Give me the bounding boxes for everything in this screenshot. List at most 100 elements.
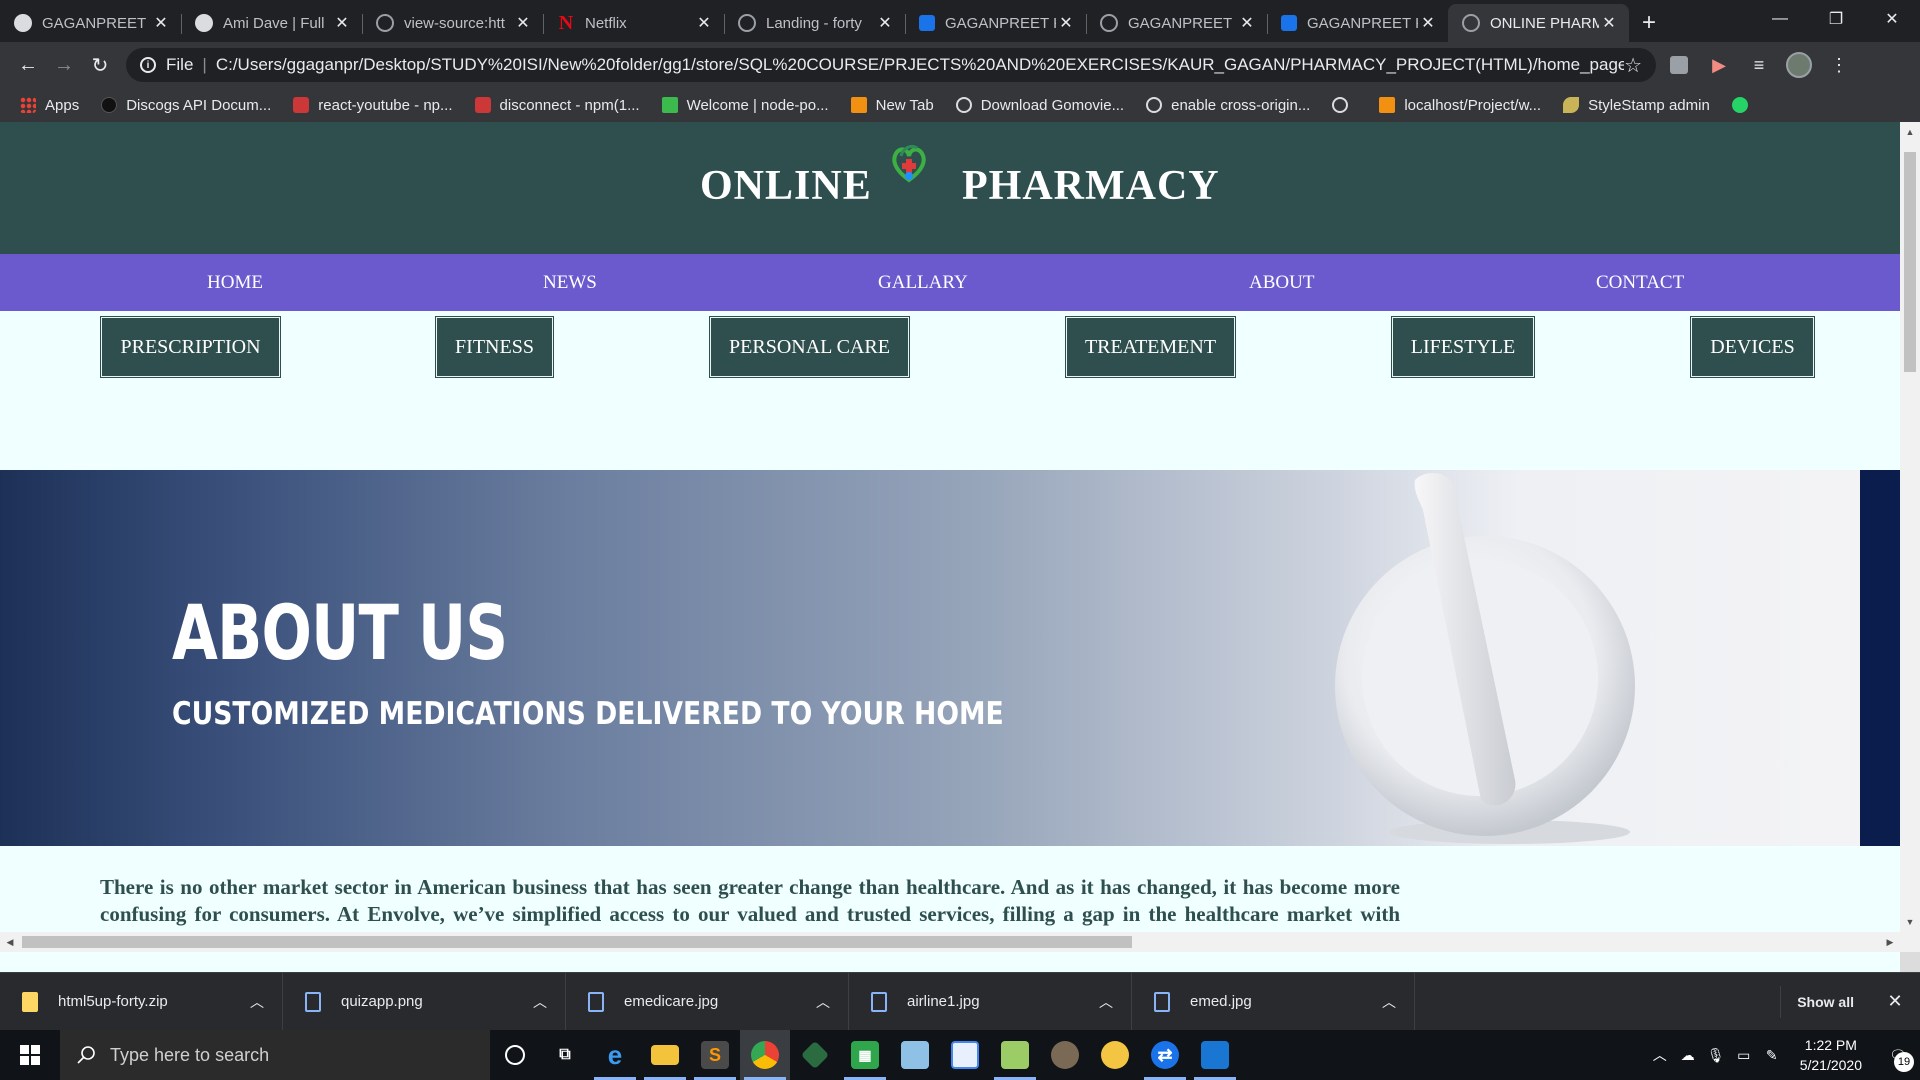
info-icon[interactable]: i: [140, 57, 156, 73]
file-explorer-icon[interactable]: [640, 1030, 690, 1080]
sublime-text-icon[interactable]: S: [690, 1030, 740, 1080]
close-window-button[interactable]: ✕: [1864, 0, 1920, 38]
nav-contact[interactable]: CONTACT: [1596, 272, 1684, 294]
close-tab-icon[interactable]: ✕: [1237, 13, 1257, 33]
chevron-up-icon[interactable]: ︿: [1382, 992, 1396, 1012]
scroll-left-icon[interactable]: ◀: [0, 932, 20, 952]
forward-button[interactable]: →: [46, 47, 82, 83]
scroll-right-icon[interactable]: ▶: [1880, 932, 1900, 952]
bookmark-item[interactable]: localhost/Project/w...: [1379, 97, 1541, 114]
document-icon[interactable]: [940, 1030, 990, 1080]
browser-tab[interactable]: GAGANPREET K ✕: [1267, 4, 1448, 42]
browser-tab[interactable]: GAGANPREET K ✕: [0, 4, 181, 42]
chevron-up-icon[interactable]: ︿: [250, 992, 264, 1012]
download-item[interactable]: quizapp.png ︿: [283, 972, 566, 1031]
edge-icon[interactable]: e: [590, 1030, 640, 1080]
bookmark-item[interactable]: [1332, 97, 1357, 113]
notepad-icon[interactable]: [890, 1030, 940, 1080]
bookmark-item[interactable]: Download Gomovie...: [955, 97, 1124, 114]
download-item[interactable]: airline1.jpg ︿: [849, 972, 1132, 1031]
taskbar-search-box[interactable]: Type here to search: [60, 1030, 490, 1080]
video-extension-icon[interactable]: ▶: [1702, 48, 1736, 82]
category-lifestyle-button[interactable]: LIFESTYLE: [1391, 316, 1535, 378]
nav-about[interactable]: ABOUT: [1249, 272, 1314, 294]
profile-avatar[interactable]: [1782, 48, 1816, 82]
show-all-downloads-button[interactable]: Show all: [1780, 985, 1870, 1018]
reload-button[interactable]: ↻: [82, 47, 118, 83]
bookmark-item[interactable]: New Tab: [850, 97, 934, 114]
bookmark-item[interactable]: [1731, 97, 1757, 113]
task-view-icon[interactable]: ⧉: [540, 1030, 590, 1080]
horizontal-scrollbar[interactable]: ◀ ▶: [0, 932, 1900, 952]
microphone-icon[interactable]: 🎙: [1702, 1047, 1730, 1064]
bookmark-item[interactable]: react-youtube - np...: [293, 97, 453, 114]
chevron-up-icon[interactable]: ︿: [816, 992, 830, 1012]
bookmark-item[interactable]: enable cross-origin...: [1146, 97, 1310, 114]
category-treatement-button[interactable]: TREATEMENT: [1065, 316, 1236, 378]
vertical-scroll-thumb[interactable]: [1904, 152, 1916, 372]
minimize-button[interactable]: —: [1752, 0, 1808, 38]
close-tab-icon[interactable]: ✕: [332, 13, 352, 33]
bookmark-item[interactable]: disconnect - npm(1...: [474, 97, 640, 114]
back-button[interactable]: ←: [10, 47, 46, 83]
start-button[interactable]: [0, 1030, 60, 1080]
nav-home[interactable]: HOME: [207, 272, 263, 294]
close-tab-icon[interactable]: ✕: [513, 13, 533, 33]
close-tab-icon[interactable]: ✕: [151, 13, 171, 33]
close-tab-icon[interactable]: ✕: [1599, 13, 1619, 33]
git-icon[interactable]: [790, 1030, 840, 1080]
chevron-up-icon[interactable]: ︿: [1646, 1045, 1674, 1065]
download-item[interactable]: html5up-forty.zip ︿: [0, 972, 283, 1031]
vertical-scrollbar[interactable]: ▲ ▼: [1900, 122, 1920, 952]
bookmark-item[interactable]: StyleStamp admin: [1563, 97, 1710, 114]
category-personal-care-button[interactable]: PERSONAL CARE: [709, 316, 910, 378]
onedrive-icon[interactable]: ☁: [1674, 1047, 1702, 1064]
teamviewer-icon[interactable]: ⇄: [1140, 1030, 1190, 1080]
media-controls-icon[interactable]: ≡: [1742, 48, 1776, 82]
bookmark-star-icon[interactable]: ☆: [1624, 53, 1642, 78]
url-text[interactable]: C:/Users/ggaganpr/Desktop/STUDY%20ISI/Ne…: [216, 55, 1624, 75]
browser-tab-active[interactable]: ONLINE PHARM ✕: [1448, 4, 1629, 42]
close-tab-icon[interactable]: ✕: [1056, 13, 1076, 33]
photos-icon[interactable]: [1190, 1030, 1240, 1080]
download-item[interactable]: emedicare.jpg ︿: [566, 972, 849, 1031]
close-downloads-icon[interactable]: ✕: [1880, 991, 1910, 1012]
battery-icon[interactable]: ▭: [1730, 1047, 1758, 1064]
spreadsheet-icon[interactable]: ▦: [840, 1030, 890, 1080]
restore-button[interactable]: ❐: [1808, 0, 1864, 38]
browser-tab[interactable]: N Netflix ✕: [543, 4, 724, 42]
bookmark-item[interactable]: Discogs API Docum...: [101, 97, 271, 114]
extension-icon[interactable]: [1662, 48, 1696, 82]
paint-icon[interactable]: [1090, 1030, 1140, 1080]
new-tab-button[interactable]: +: [1629, 4, 1669, 42]
chevron-up-icon[interactable]: ︿: [533, 992, 547, 1012]
download-item[interactable]: emed.jpg ︿: [1132, 972, 1415, 1031]
scroll-down-icon[interactable]: ▼: [1900, 912, 1920, 932]
browser-tab[interactable]: view-source:htt ✕: [362, 4, 543, 42]
browser-tab[interactable]: Landing - forty ✕: [724, 4, 905, 42]
close-tab-icon[interactable]: ✕: [694, 13, 714, 33]
category-fitness-button[interactable]: FITNESS: [435, 316, 554, 378]
cortana-icon[interactable]: [490, 1030, 540, 1080]
category-prescription-button[interactable]: PRESCRIPTION: [100, 316, 281, 378]
scroll-up-icon[interactable]: ▲: [1900, 122, 1920, 142]
nav-news[interactable]: NEWS: [543, 272, 597, 294]
menu-kebab-icon[interactable]: ⋮: [1822, 48, 1856, 82]
chevron-up-icon[interactable]: ︿: [1099, 992, 1113, 1012]
notepad-plus-icon[interactable]: [990, 1030, 1040, 1080]
horizontal-scroll-thumb[interactable]: [22, 936, 1132, 948]
bookmark-apps[interactable]: Apps: [20, 97, 79, 114]
bookmark-item[interactable]: Welcome | node-po...: [661, 97, 829, 114]
action-center-button[interactable]: 🗨 19: [1876, 1030, 1920, 1080]
browser-tab[interactable]: GAGANPREET K ✕: [1086, 4, 1267, 42]
chrome-icon[interactable]: [740, 1030, 790, 1080]
close-tab-icon[interactable]: ✕: [1418, 13, 1438, 33]
pen-icon[interactable]: ✎: [1758, 1047, 1786, 1064]
nav-gallary[interactable]: GALLARY: [878, 272, 968, 294]
category-devices-button[interactable]: DEVICES: [1690, 316, 1815, 378]
gimp-icon[interactable]: [1040, 1030, 1090, 1080]
system-clock[interactable]: 1:22 PM 5/21/2020: [1800, 1035, 1862, 1075]
address-bar[interactable]: i File | C:/Users/ggaganpr/Desktop/STUDY…: [126, 48, 1656, 82]
browser-tab[interactable]: Ami Dave | Full ✕: [181, 4, 362, 42]
browser-tab[interactable]: GAGANPREET K ✕: [905, 4, 1086, 42]
